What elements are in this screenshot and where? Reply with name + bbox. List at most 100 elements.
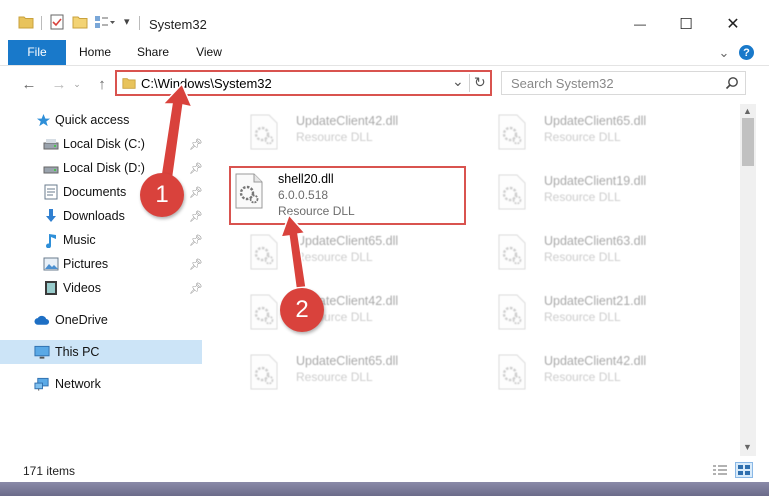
close-button[interactable]: ✕ <box>710 10 756 38</box>
sidebar-item-network[interactable]: Network <box>0 372 202 396</box>
sidebar-item-videos[interactable]: Videos 📌︎ <box>0 276 203 300</box>
search-input[interactable]: Search System32 <box>511 76 614 91</box>
tab-share[interactable]: Share <box>130 40 176 65</box>
title-bar: ▾ System32 — ☐ ✕ <box>0 0 769 40</box>
sidebar-item-music[interactable]: Music 📌︎ <box>0 228 203 252</box>
dll-file-icon <box>497 354 527 390</box>
pin-icon[interactable]: 📌︎ <box>189 282 203 295</box>
address-dropdown-icon[interactable]: ⌄ <box>452 73 464 90</box>
tab-file[interactable]: File <box>8 40 66 65</box>
sidebar-item-label: Quick access <box>55 113 130 127</box>
dll-file-icon <box>249 354 279 390</box>
dll-file-icon <box>249 114 279 150</box>
sidebar-item-pictures[interactable]: Pictures 📌︎ <box>0 252 203 276</box>
sidebar-item-this-pc[interactable]: This PC <box>0 340 202 364</box>
file-name: UpdateClient19.dll <box>544 174 647 188</box>
callout-badge-1: 1 <box>140 173 184 217</box>
callout-badge-2: 2 <box>280 288 324 332</box>
refresh-button[interactable]: ↻ <box>474 74 486 91</box>
address-bar[interactable]: C:\Windows\System32 ⌄ ↻ <box>115 70 492 96</box>
separator <box>139 16 140 30</box>
tab-view[interactable]: View <box>186 40 232 65</box>
file-version: 6.0.0.518 <box>278 188 329 202</box>
sidebar-item-label: Network <box>55 377 101 391</box>
sidebar-item-onedrive[interactable]: OneDrive <box>0 308 202 332</box>
sidebar-item-label: Music <box>63 233 96 247</box>
up-button[interactable]: ↑ <box>92 74 112 94</box>
item-count: 171 items <box>23 464 76 478</box>
help-icon[interactable]: ? <box>739 45 754 60</box>
dll-file-icon <box>497 294 527 330</box>
search-icon[interactable] <box>725 76 739 93</box>
dll-file-icon <box>497 114 527 150</box>
list-item[interactable]: UpdateClient42.dll Resource DLL <box>229 108 469 160</box>
pin-icon[interactable]: 📌︎ <box>189 138 203 151</box>
list-item[interactable]: UpdateClient65.dll Resource DLL <box>229 348 469 400</box>
pin-icon[interactable]: 📌︎ <box>189 258 203 271</box>
search-box[interactable]: Search System32 <box>501 71 746 95</box>
sidebar-item-label: Videos <box>63 281 101 295</box>
sidebar-item-label: Local Disk (C:) <box>63 137 145 151</box>
file-name: UpdateClient63.dll <box>544 234 647 248</box>
separator <box>41 16 42 30</box>
navigation-pane: Quick access Local Disk (C:) 📌︎ Local Di… <box>0 104 210 456</box>
properties-icon[interactable] <box>49 14 65 32</box>
ribbon: File Home Share View ⌄ ? <box>0 40 769 66</box>
dll-file-icon <box>497 234 527 270</box>
list-item[interactable]: UpdateClient65.dll Resource DLL <box>477 108 717 160</box>
view-options-icon[interactable] <box>94 14 116 32</box>
network-icon <box>34 376 50 392</box>
separator <box>469 74 470 92</box>
pin-icon[interactable]: 📌︎ <box>189 186 203 199</box>
dll-file-icon <box>249 294 279 330</box>
sidebar-item-local-disk-c[interactable]: Local Disk (C:) 📌︎ <box>0 132 203 156</box>
sidebar-item-quick-access[interactable]: Quick access <box>0 108 202 132</box>
scroll-up-icon[interactable]: ▲ <box>743 106 752 116</box>
file-type: Resource DLL <box>544 190 621 204</box>
pictures-icon <box>43 256 59 272</box>
sidebar-item-label: Documents <box>63 185 127 199</box>
star-icon <box>35 112 51 128</box>
scroll-down-icon[interactable]: ▼ <box>743 442 752 452</box>
window-title: System32 <box>149 17 207 32</box>
dll-file-icon <box>497 174 527 210</box>
large-icons-view-icon[interactable] <box>735 462 753 478</box>
tab-home[interactable]: Home <box>72 40 118 65</box>
file-type: Resource DLL <box>296 130 373 144</box>
file-name: UpdateClient42.dll <box>544 354 647 368</box>
back-button[interactable]: ← <box>19 74 39 94</box>
list-item[interactable]: UpdateClient19.dll Resource DLL <box>477 168 717 220</box>
list-item[interactable]: UpdateClient63.dll Resource DLL <box>477 228 717 280</box>
address-path[interactable]: C:\Windows\System32 <box>141 76 272 91</box>
file-type: Resource DLL <box>544 370 621 384</box>
scroll-thumb[interactable] <box>742 118 754 166</box>
new-folder-icon[interactable] <box>72 14 88 32</box>
dll-file-icon <box>234 173 264 209</box>
file-name: shell20.dll <box>278 172 334 186</box>
minimize-button[interactable]: — <box>617 10 663 38</box>
ribbon-expand-icon[interactable]: ⌄ <box>716 40 732 65</box>
list-item[interactable]: UpdateClient21.dll Resource DLL <box>477 288 717 340</box>
pin-icon[interactable]: 📌︎ <box>189 234 203 247</box>
folder-icon <box>122 76 136 93</box>
file-name: UpdateClient65.dll <box>296 234 399 248</box>
file-name: UpdateClient21.dll <box>544 294 647 308</box>
file-type: Resource DLL <box>296 250 373 264</box>
file-type: Resource DLL <box>296 370 373 384</box>
forward-button[interactable]: → <box>49 74 69 94</box>
pin-icon[interactable]: 📌︎ <box>189 162 203 175</box>
maximize-button[interactable]: ☐ <box>663 10 709 38</box>
list-item[interactable]: UpdateClient42.dll Resource DLL <box>229 288 469 340</box>
file-type: Resource DLL <box>544 130 621 144</box>
details-view-icon[interactable] <box>712 464 728 479</box>
list-item-shell20[interactable]: shell20.dll 6.0.0.518 Resource DLL <box>229 166 466 225</box>
status-bar: 171 items <box>0 458 769 482</box>
pin-icon[interactable]: 📌︎ <box>189 210 203 223</box>
recent-locations-icon[interactable]: ⌄ <box>71 74 83 94</box>
list-item[interactable]: UpdateClient65.dll Resource DLL <box>229 228 469 280</box>
folder-icon <box>18 14 34 32</box>
file-type: Resource DLL <box>278 204 355 218</box>
customize-toolbar-icon[interactable]: ▾ <box>124 15 130 33</box>
cloud-icon <box>34 312 50 328</box>
list-item[interactable]: UpdateClient42.dll Resource DLL <box>477 348 717 400</box>
